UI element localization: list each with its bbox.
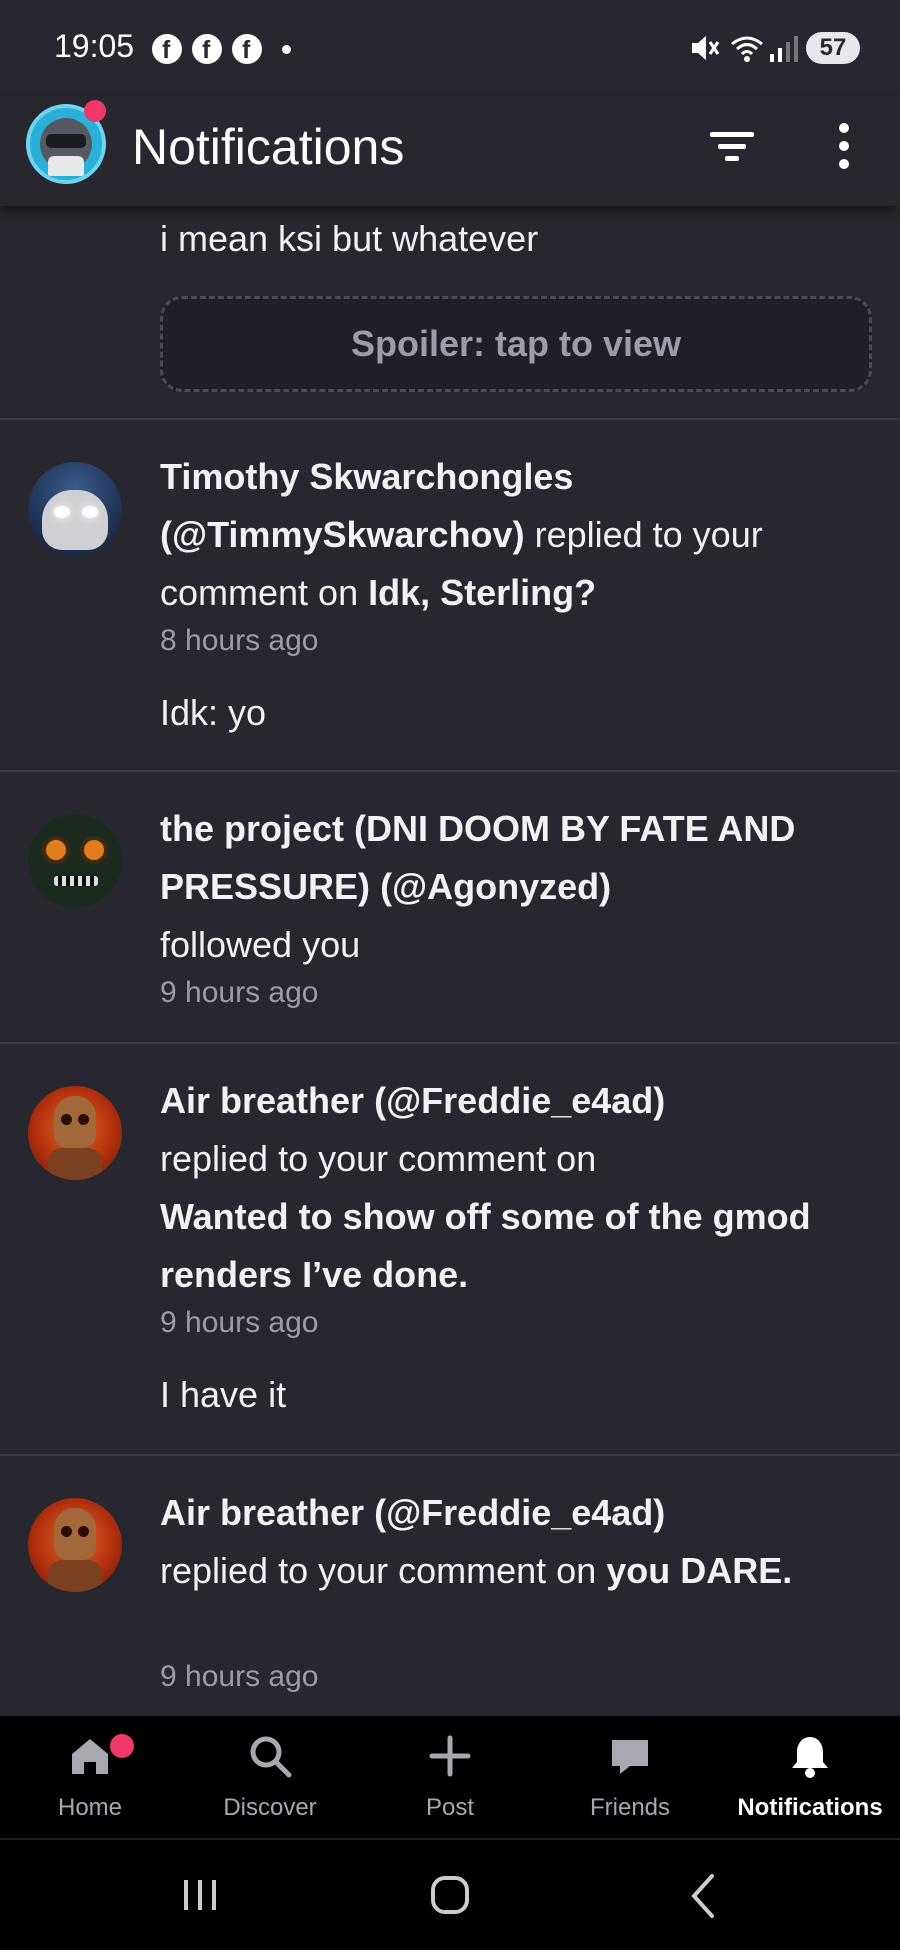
filter-button[interactable]: [702, 116, 762, 176]
home-button-icon[interactable]: [420, 1868, 480, 1924]
status-bar: 19:05 f f f 57: [0, 0, 900, 96]
facebook-icon: f: [152, 34, 182, 64]
post-title[interactable]: you DARE.: [606, 1550, 792, 1591]
home-icon: [72, 1739, 108, 1774]
spoiler-label: Spoiler: tap to view: [350, 323, 682, 364]
notification-time: 9 hours ago: [160, 976, 319, 1009]
notification-time: 8 hours ago: [160, 624, 319, 657]
notification-action: replied to your comment on: [160, 1138, 597, 1179]
facebook-icon: f: [232, 34, 262, 64]
notification-item[interactable]: Air breather (@Freddie_e4ad) replied to …: [0, 1044, 900, 1454]
user-handle[interactable]: (@Freddie_e4ad): [374, 1492, 665, 1533]
user-avatar[interactable]: [28, 462, 122, 556]
nav-friends[interactable]: Friends: [540, 1716, 720, 1838]
battery-indicator: 57: [806, 32, 860, 64]
facebook-icon: f: [192, 34, 222, 64]
status-time: 19:05: [54, 28, 135, 64]
user-avatar[interactable]: [28, 1498, 122, 1592]
nav-label: Post: [425, 1794, 475, 1821]
user-avatar[interactable]: [28, 1086, 122, 1180]
more-options-button[interactable]: [814, 116, 874, 176]
notification-badge: [110, 1734, 134, 1758]
user-name[interactable]: Timothy Skwarchongles: [160, 456, 573, 497]
page-title: Notifications: [132, 119, 405, 175]
user-handle[interactable]: (@TimmySkwarchov): [160, 514, 525, 555]
user-name[interactable]: Air breather: [160, 1492, 364, 1533]
mute-icon: [692, 36, 720, 60]
nav-discover[interactable]: Discover: [180, 1716, 360, 1838]
notifications-list[interactable]: i mean ksi but whatever Spoiler: tap to …: [0, 206, 900, 1716]
signal-icon: [770, 36, 798, 62]
bottom-navigation: Home Discover Post Friends Notifications: [0, 1716, 900, 1838]
notification-item[interactable]: the project (DNI DOOM BY FATE AND PRESSU…: [0, 772, 900, 1042]
back-icon[interactable]: [674, 1868, 734, 1924]
user-avatar[interactable]: [28, 814, 122, 908]
spoiler-button[interactable]: Spoiler: tap to view: [160, 296, 872, 392]
notification-time: 9 hours ago: [160, 1660, 319, 1693]
post-title[interactable]: Wanted to show off some of the gmod rend…: [160, 1196, 811, 1295]
reply-text: I have it: [160, 1374, 287, 1415]
notification-action: replied to your comment on: [160, 1550, 597, 1591]
chat-icon: [612, 1740, 648, 1774]
plus-icon: [429, 1735, 471, 1777]
nav-label: Notifications: [737, 1794, 883, 1821]
user-handle[interactable]: (@Agonyzed): [380, 866, 611, 907]
bell-icon: [792, 1737, 828, 1778]
notification-text: the project (DNI DOOM BY FATE AND PRESSU…: [160, 800, 860, 974]
notification-action: followed you: [160, 924, 361, 965]
reply-text: Idk: yo: [160, 692, 267, 733]
app-header: Notifications: [0, 96, 900, 206]
nav-notifications[interactable]: Notifications: [720, 1716, 900, 1838]
comment-text: i mean ksi but whatever: [160, 218, 539, 259]
post-title[interactable]: Idk, Sterling?: [368, 572, 596, 613]
user-handle[interactable]: (@Freddie_e4ad): [374, 1080, 665, 1121]
wifi-icon: [731, 36, 763, 62]
nav-post[interactable]: Post: [360, 1716, 540, 1838]
more-notifications-dot: [282, 45, 291, 54]
notification-badge: [84, 100, 106, 122]
more-vertical-icon: [839, 123, 849, 169]
user-name[interactable]: Air breather: [160, 1080, 364, 1121]
nav-label: Home: [57, 1794, 123, 1821]
filter-icon: [710, 132, 754, 161]
notification-item[interactable]: Timothy Skwarchongles (@TimmySkwarchov) …: [0, 420, 900, 770]
notification-text: Timothy Skwarchongles (@TimmySkwarchov) …: [160, 448, 860, 622]
notification-item[interactable]: Air breather (@Freddie_e4ad) replied to …: [0, 1456, 900, 1716]
notification-text: Air breather (@Freddie_e4ad) replied to …: [160, 1484, 860, 1600]
search-icon: [250, 1736, 292, 1778]
nav-label: Discover: [223, 1794, 317, 1821]
nav-home[interactable]: Home: [0, 1716, 180, 1838]
recent-apps-icon[interactable]: [170, 1868, 230, 1924]
notification-time: 9 hours ago: [160, 1306, 319, 1339]
notification-text: Air breather (@Freddie_e4ad) replied to …: [160, 1072, 860, 1304]
system-navigation-bar: [0, 1838, 900, 1950]
nav-label: Friends: [589, 1794, 671, 1821]
